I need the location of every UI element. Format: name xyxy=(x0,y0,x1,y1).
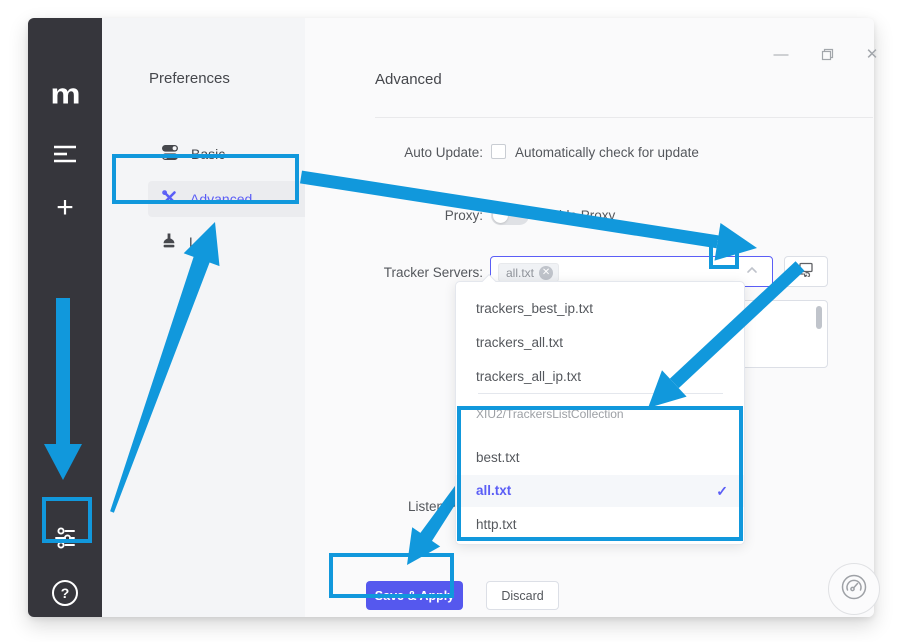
speed-limit-button[interactable] xyxy=(828,563,880,615)
nav-item-label: Lab xyxy=(189,234,212,250)
auto-update-checkbox[interactable] xyxy=(491,144,506,159)
screenshot-stage: m + xyxy=(0,0,902,642)
sync-icon xyxy=(798,262,814,282)
plus-icon: + xyxy=(56,191,74,225)
help-icon: ? xyxy=(52,580,78,606)
annotation-box-chevron xyxy=(709,236,739,269)
annotation-box-advanced xyxy=(112,154,299,204)
dropdown-item[interactable]: trackers_best_ip.txt xyxy=(456,292,744,326)
proxy-toggle-label[interactable]: Enable Proxy xyxy=(535,208,615,223)
annotation-box-preferences-icon xyxy=(42,497,92,543)
selected-tracker-tag: all.txt ✕ xyxy=(498,263,559,282)
preferences-title: Preferences xyxy=(149,70,230,87)
app-window: m + xyxy=(28,18,874,617)
discard-button[interactable]: Discard xyxy=(486,581,559,610)
speedometer-icon xyxy=(839,572,869,607)
proxy-toggle[interactable] xyxy=(491,206,529,225)
add-task-button[interactable]: + xyxy=(28,192,102,224)
tag-remove-icon[interactable]: ✕ xyxy=(539,266,553,280)
task-list-menu-item[interactable] xyxy=(28,142,102,166)
task-list-icon xyxy=(53,144,77,164)
proxy-label: Proxy: xyxy=(348,208,483,223)
tag-label: all.txt xyxy=(506,266,534,280)
motrix-logo: m xyxy=(28,77,102,111)
auto-update-checkbox-label[interactable]: Automatically check for update xyxy=(515,145,699,160)
tracker-servers-label: Tracker Servers: xyxy=(348,265,483,280)
auto-update-label: Auto Update: xyxy=(348,145,483,160)
title-divider xyxy=(375,117,873,118)
annotation-box-tracker-group xyxy=(457,406,743,541)
nav-item-lab[interactable]: Lab xyxy=(148,224,318,260)
chevron-up-icon xyxy=(744,262,760,283)
sync-trackers-button[interactable] xyxy=(784,256,828,287)
dropdown-item[interactable]: trackers_all_ip.txt xyxy=(456,360,744,394)
dropdown-item[interactable]: trackers_all.txt xyxy=(456,326,744,360)
dropdown-divider xyxy=(478,393,723,394)
close-button[interactable]: ✕ xyxy=(862,44,882,64)
page-title: Advanced xyxy=(375,71,442,88)
restore-button[interactable] xyxy=(817,44,837,64)
toggle-knob xyxy=(493,208,508,223)
help-button[interactable]: ? xyxy=(28,579,102,607)
textarea-scrollbar[interactable] xyxy=(816,306,822,329)
select-dropdown-toggle[interactable] xyxy=(740,261,764,283)
preferences-nav: Preferences Basic xyxy=(102,18,305,617)
lab-flask-icon xyxy=(161,232,177,252)
annotation-box-save-apply xyxy=(329,553,454,598)
minimize-button[interactable]: — xyxy=(771,44,791,64)
